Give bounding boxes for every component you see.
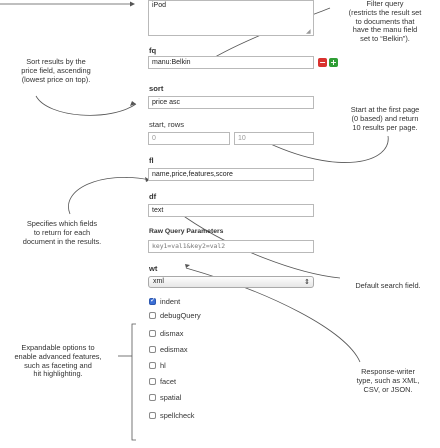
df-annotation: Default search field.	[355, 281, 421, 290]
edismax-label: edismax	[160, 345, 188, 354]
df-input[interactable]: text	[148, 204, 314, 217]
start-rows-annotation: Start at the first page (0 based) and re…	[350, 105, 420, 132]
fq-input[interactable]: manu:Belkin	[148, 56, 314, 69]
debugquery-checkbox[interactable]	[149, 312, 156, 319]
sort-connector	[35, 95, 137, 116]
fq-remove-button[interactable]: −	[318, 58, 327, 67]
facet-label: facet	[160, 377, 177, 386]
options-annotation: Expandable options to enable advanced fe…	[14, 343, 102, 379]
edismax-checkbox[interactable]	[149, 346, 156, 353]
hl-label: hl	[160, 361, 166, 370]
hl-checkbox[interactable]	[149, 362, 156, 369]
fl-annotation: Specifies which fields to return for eac…	[22, 219, 102, 246]
q-textarea[interactable]: iPod	[148, 0, 314, 36]
select-arrows-icon: ⇕	[304, 278, 310, 286]
rows-input[interactable]: 10	[234, 132, 314, 145]
fl-label: fl	[149, 156, 154, 165]
spellcheck-label: spellcheck	[160, 411, 195, 420]
start-value: 0	[152, 135, 156, 142]
start-rows-label: start, rows	[149, 120, 185, 129]
facet-checkbox[interactable]	[149, 378, 156, 385]
df-value: text	[152, 207, 164, 214]
raw-params-label: Raw Query Parameters	[149, 228, 224, 235]
wt-select[interactable]: xml ⇕	[148, 276, 314, 288]
fq-value: manu:Belkin	[152, 59, 191, 66]
debugquery-label: debugQuery	[160, 311, 201, 320]
dismax-checkbox[interactable]	[149, 330, 156, 337]
sort-label: sort	[149, 84, 164, 93]
fq-label: fq	[149, 46, 157, 55]
sort-input[interactable]: price asc	[148, 96, 314, 109]
sort-value: price asc	[152, 99, 181, 106]
indent-checkbox[interactable]	[149, 296, 156, 305]
spellcheck-checkbox[interactable]	[149, 412, 156, 419]
start-input[interactable]: 0	[148, 132, 230, 145]
wt-label: wt	[149, 264, 158, 273]
raw-params-input[interactable]: key1=val1&key2=val2	[148, 240, 314, 253]
fl-input[interactable]: name,price,features,score	[148, 168, 314, 181]
q-value: iPod	[152, 2, 167, 9]
fl-connector	[68, 176, 151, 215]
wt-annotation: Response-writer type, such as XML, CSV, …	[356, 367, 420, 394]
fq-add-button[interactable]: +	[329, 58, 338, 67]
fq-annotation: Filter query (restricts the result set t…	[348, 0, 422, 44]
rows-value: 10	[238, 135, 246, 142]
resize-grip-icon: ◢	[306, 29, 311, 35]
df-label: df	[149, 192, 157, 201]
sort-annotation: Sort results by the price field, ascendi…	[21, 57, 91, 84]
spatial-label: spatial	[160, 393, 182, 402]
dismax-label: dismax	[160, 329, 184, 338]
wt-value: xml	[153, 278, 164, 285]
fl-value: name,price,features,score	[152, 171, 233, 178]
indent-label: indent	[160, 297, 181, 306]
options-bracket	[131, 323, 136, 441]
spatial-checkbox[interactable]	[149, 394, 156, 401]
raw-params-placeholder: key1=val1&key2=val2	[152, 242, 226, 250]
